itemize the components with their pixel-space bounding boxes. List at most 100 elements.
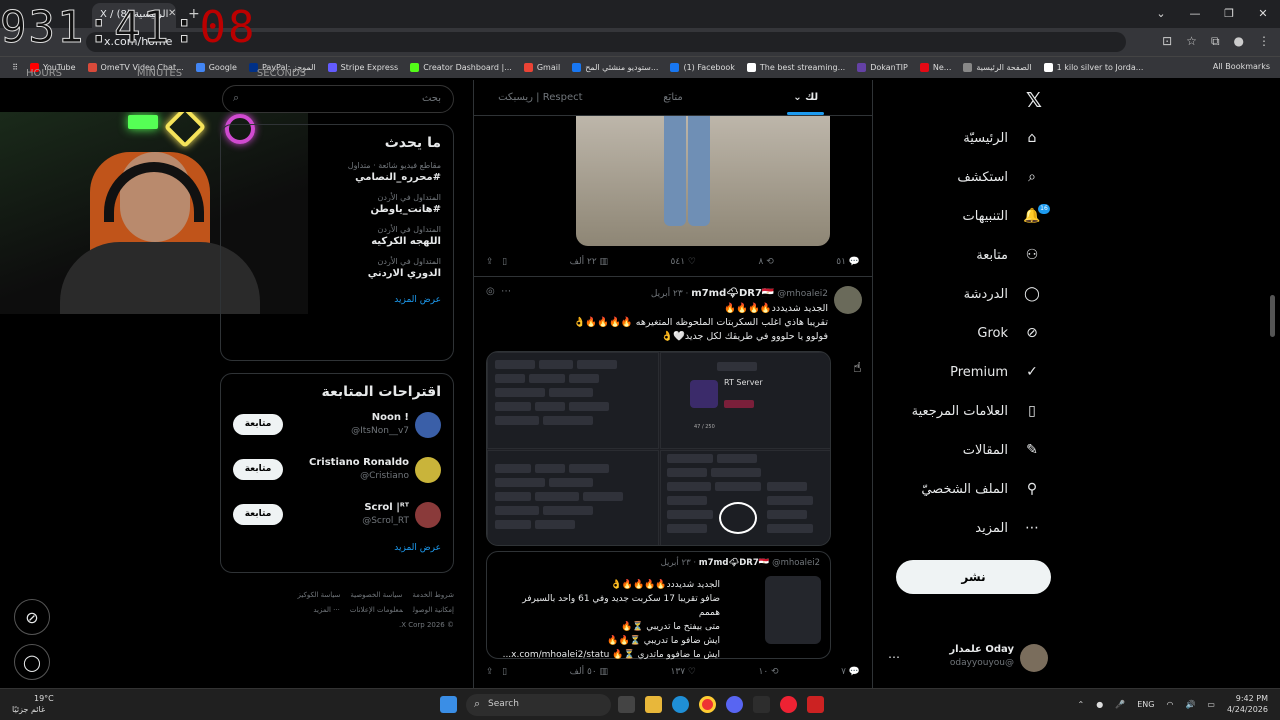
bookmark-item[interactable]: الصفحة الرئيسية xyxy=(963,63,1032,72)
trends-show-more[interactable]: عرض المزيد xyxy=(233,295,441,305)
task-view-icon[interactable] xyxy=(618,696,635,713)
follow-button[interactable]: متابعة xyxy=(233,459,283,480)
chat-fab-icon[interactable]: ◯ xyxy=(14,644,50,680)
menu-icon[interactable]: ⋮ xyxy=(1258,34,1270,49)
chevron-down-icon[interactable]: ⌄ xyxy=(1144,0,1178,28)
post-image-street[interactable] xyxy=(576,116,830,246)
nav-item[interactable]: ◯ الدردشة xyxy=(964,278,1042,310)
follow-suggestion[interactable]: ! Noon @ItsNon__v7 متابعة xyxy=(233,408,441,453)
chevron-up-icon[interactable]: ⌃ xyxy=(1078,700,1085,709)
reply-button[interactable]: 💬 ٥١ xyxy=(836,257,860,267)
footer-link[interactable]: سياسة الخصوصية xyxy=(350,591,402,599)
like-button[interactable]: ♡ ٥٤١ xyxy=(671,257,696,267)
app-icon[interactable] xyxy=(780,696,797,713)
bookmark-item[interactable]: ستوديو منشئي المح... xyxy=(572,63,658,72)
account-switcher[interactable]: Oday علمدار @odayyouyou ⋯ xyxy=(888,640,1048,680)
bookmark-item[interactable]: Creator Dashboard |... xyxy=(410,63,512,72)
post-image-collage[interactable]: RT Server 47 / 250 xyxy=(486,351,831,546)
footer-link[interactable]: معلومات الإعلانات xyxy=(350,606,403,614)
views-button[interactable]: ▥ ٢٢ ألف xyxy=(570,257,608,267)
x-logo-icon[interactable]: 𝕏 xyxy=(1026,88,1042,112)
nav-item[interactable]: ⌂ الرئيسيّة xyxy=(963,122,1042,154)
app-icon[interactable] xyxy=(807,696,824,713)
trend-item[interactable]: المتداول في الأردن الدوري الاردني xyxy=(233,257,441,279)
bookmark-item[interactable]: The best streaming... xyxy=(746,63,845,72)
all-bookmarks[interactable]: All Bookmarks xyxy=(1213,62,1270,71)
grok-fab-icon[interactable]: ⊘ xyxy=(14,599,50,635)
trend-item[interactable]: المتداول في الأردن اللهجه الكركيه xyxy=(233,225,441,247)
discord-icon[interactable] xyxy=(726,696,743,713)
footer-link[interactable]: ··· المزيد xyxy=(313,606,340,614)
footer-link[interactable]: إمكانية الوصول xyxy=(413,606,454,614)
bookmark-item[interactable]: Gmail xyxy=(523,63,560,72)
account-name[interactable]: ! Noon xyxy=(372,412,409,423)
footer-link[interactable]: شروط الخدمة xyxy=(412,591,454,599)
weather-widget[interactable]: 19°C غائم جزئيًا xyxy=(12,693,54,715)
account-name[interactable]: Cristiano Ronaldo xyxy=(309,457,409,468)
avatar[interactable] xyxy=(834,286,862,314)
like-button[interactable]: ♡ ١٣٧ xyxy=(671,667,696,677)
more-options-icon[interactable]: ⋯ ◎ xyxy=(486,286,511,297)
bookmark-item[interactable]: Stripe Express xyxy=(327,63,398,72)
extensions-icon[interactable]: ⧉ xyxy=(1211,34,1220,49)
bookmark-share-buttons[interactable]: ▯ ⇪ xyxy=(486,257,507,267)
tray-icon[interactable]: ● xyxy=(1096,700,1103,709)
bookmark-item[interactable]: DokanTIP xyxy=(857,63,908,72)
follow-suggestion[interactable]: Scrol |ᴿᵀ @Scrol_RT متابعة xyxy=(233,498,441,543)
account-name[interactable]: Scrol |ᴿᵀ xyxy=(364,502,409,513)
avatar[interactable] xyxy=(415,502,441,528)
quoted-post[interactable]: m7md🌩DR7🇪🇬 @mhoalei2 · ٢٣ أبريل الجديد ش… xyxy=(486,551,831,660)
repost-button[interactable]: ⟲ ١٠ xyxy=(759,667,779,677)
avatar[interactable] xyxy=(415,457,441,483)
tab-for-you[interactable]: لك ⌄ xyxy=(739,80,872,115)
nav-item[interactable]: ▯ العلامات المرجعية xyxy=(912,395,1042,427)
views-button[interactable]: ▥ ٥٠ ألف xyxy=(570,667,608,677)
nav-item[interactable]: ✎ المقالات xyxy=(963,434,1042,466)
close-window-icon[interactable]: ✕ xyxy=(1246,0,1280,28)
clock[interactable]: 9:42 PM 4/24/2026 xyxy=(1227,693,1268,715)
install-icon[interactable]: ⊡ xyxy=(1162,34,1172,49)
wifi-icon[interactable]: ◠ xyxy=(1166,700,1173,709)
nav-item[interactable]: ⚇ متابعة xyxy=(976,239,1042,271)
follow-show-more[interactable]: عرض المزيد xyxy=(233,543,441,553)
nav-item[interactable]: ⋯ المزيد xyxy=(975,512,1042,544)
trend-item[interactable]: مقاطع فيديو شائعة · متداول #محرره_النصامي xyxy=(233,161,441,183)
nav-item[interactable]: ⚲ الملف الشخصيّ xyxy=(921,473,1042,505)
nav-item[interactable]: 🔔 16 التنبيهات xyxy=(963,200,1050,232)
bookmark-share-buttons[interactable]: ▯ ⇪ xyxy=(486,667,507,677)
post-button[interactable]: نشر xyxy=(896,560,1051,594)
bookmark-item[interactable]: (1) Facebook xyxy=(670,63,735,72)
chrome-icon[interactable] xyxy=(699,696,716,713)
trend-item[interactable]: المتداول في الأردن #هانت_ياوطن xyxy=(233,193,441,215)
maximize-icon[interactable]: ❐ xyxy=(1212,0,1246,28)
nav-item[interactable]: ✓ Premium xyxy=(950,356,1042,388)
taskbar-search[interactable]: Search xyxy=(466,694,611,716)
search-input[interactable]: بحث ⌕ xyxy=(222,85,454,113)
language-indicator[interactable]: ENG xyxy=(1137,700,1154,709)
author-handle[interactable]: @mhoalei2 xyxy=(777,289,828,299)
volume-icon[interactable]: 🔊 xyxy=(1185,700,1195,709)
nav-item[interactable]: ⊘ Grok xyxy=(977,317,1042,349)
tab-following[interactable]: متابَع xyxy=(607,80,740,115)
footer-link[interactable]: سياسة الكوكيز xyxy=(298,591,341,599)
nav-item[interactable]: ⌕ استكشف xyxy=(957,161,1042,193)
profile-icon[interactable]: ● xyxy=(1234,34,1244,49)
avatar[interactable] xyxy=(415,412,441,438)
follow-button[interactable]: متابعة xyxy=(233,504,283,525)
app-icon[interactable] xyxy=(753,696,770,713)
follow-suggestion[interactable]: Cristiano Ronaldo @Cristiano متابعة xyxy=(233,453,441,498)
bookmark-item[interactable]: Ne... xyxy=(919,63,951,72)
edge-icon[interactable] xyxy=(672,696,689,713)
tab-respect[interactable]: Respect | ريسبكت xyxy=(474,80,607,115)
follow-button[interactable]: متابعة xyxy=(233,414,283,435)
start-icon[interactable] xyxy=(440,696,457,713)
minimize-icon[interactable]: — xyxy=(1178,0,1212,28)
star-icon[interactable]: ☆ xyxy=(1186,34,1197,49)
post-date[interactable]: ٢٣ أبريل xyxy=(651,289,683,299)
file-explorer-icon[interactable] xyxy=(645,696,662,713)
reply-button[interactable]: 💬 ٧ xyxy=(841,667,860,677)
repost-button[interactable]: ⟲ ٨ xyxy=(759,257,774,267)
mic-icon[interactable]: 🎤 xyxy=(1115,700,1125,709)
author-name[interactable]: m7md🌩DR7🇪🇬 xyxy=(691,288,774,299)
battery-icon[interactable]: ▭ xyxy=(1207,700,1215,709)
